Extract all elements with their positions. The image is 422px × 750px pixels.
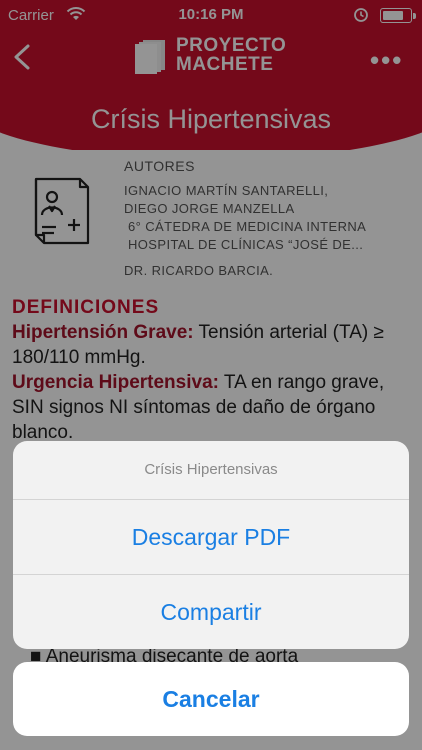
cancel-button[interactable]: Cancelar <box>13 662 409 736</box>
download-pdf-button[interactable]: Descargar PDF <box>13 500 409 575</box>
action-sheet-title: Crísis Hipertensivas <box>13 441 409 500</box>
screen: Carrier 10:16 PM PROYECTO MACHETE ••• Cr… <box>0 0 422 750</box>
action-sheet: Crísis Hipertensivas Descargar PDF Compa… <box>13 441 409 649</box>
share-button[interactable]: Compartir <box>13 575 409 649</box>
